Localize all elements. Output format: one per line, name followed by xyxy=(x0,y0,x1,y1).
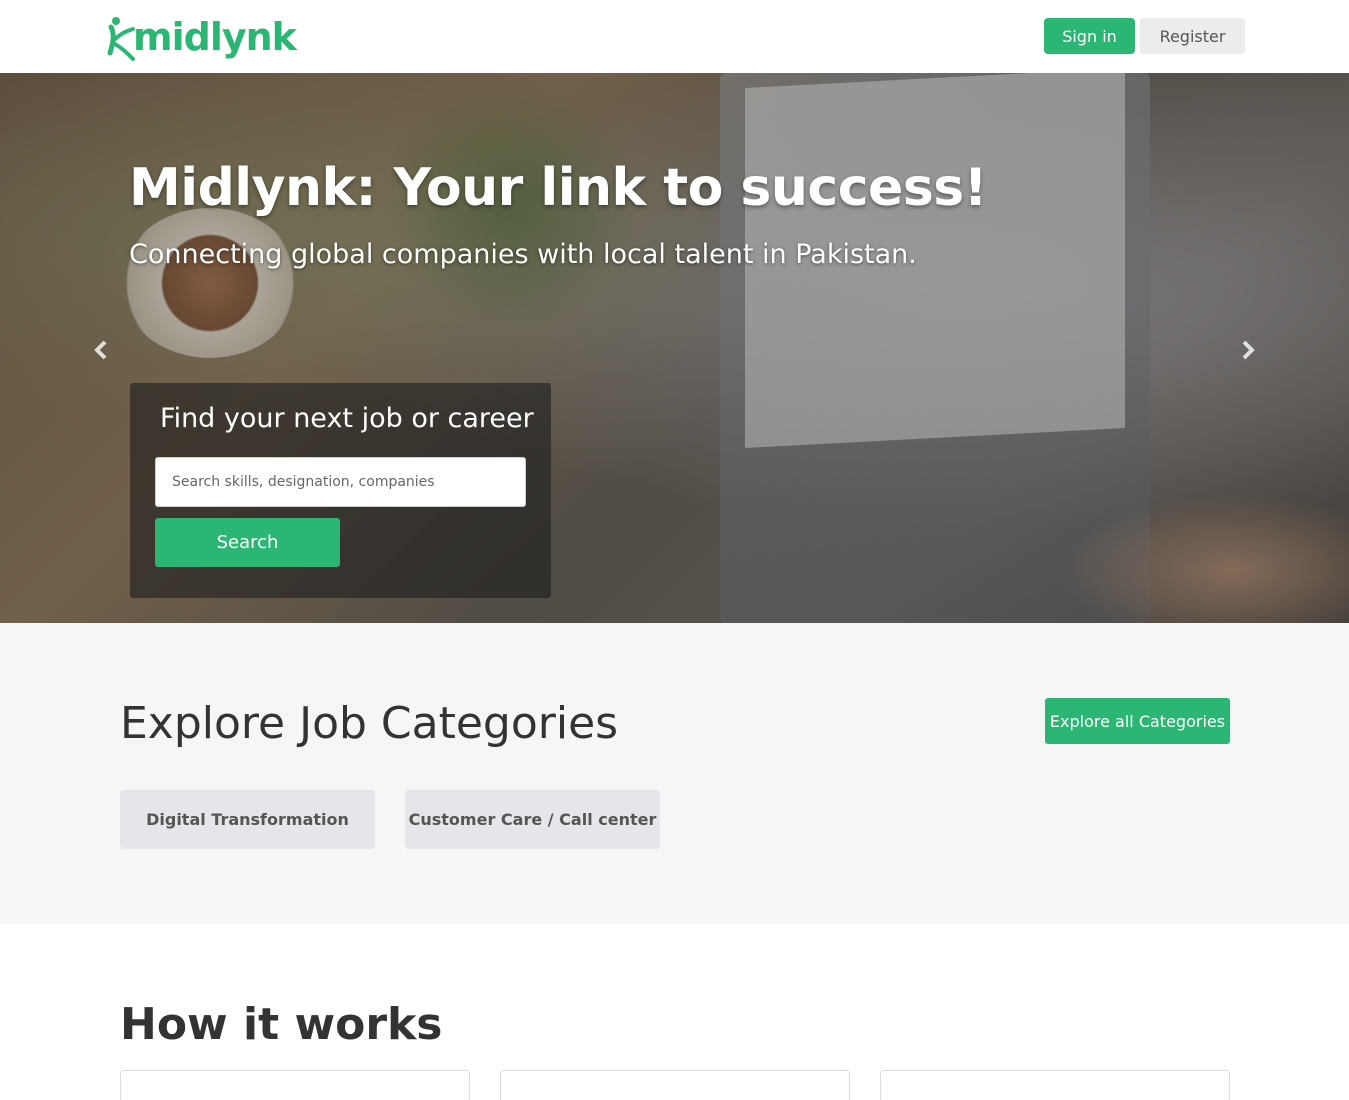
section-title-categories: Explore Job Categories xyxy=(120,698,619,749)
chevron-left-icon[interactable] xyxy=(86,335,116,365)
sign-in-button[interactable]: Sign in xyxy=(1044,18,1135,54)
logo-text: midlynk xyxy=(133,15,297,59)
how-it-works-card xyxy=(120,1070,470,1100)
hero-title: Midlynk: Your link to success! xyxy=(129,158,987,218)
how-it-works-card xyxy=(500,1070,850,1100)
explore-all-categories-button[interactable]: Explore all Categories xyxy=(1045,698,1230,744)
job-search-input[interactable] xyxy=(155,457,526,507)
how-it-works-card xyxy=(880,1070,1230,1100)
site-header: midlynk Sign in Register xyxy=(0,0,1349,73)
midlynk-logo-icon xyxy=(107,13,135,61)
how-it-works-section: How it works xyxy=(0,924,1349,1100)
register-button[interactable]: Register xyxy=(1140,18,1245,54)
search-button[interactable]: Search xyxy=(155,518,340,567)
category-card-customer-care[interactable]: Customer Care / Call center xyxy=(405,790,660,849)
search-panel-title: Find your next job or career xyxy=(160,403,534,434)
job-categories-section: Explore Job Categories Explore all Categ… xyxy=(0,623,1349,924)
hero-carousel: Midlynk: Your link to success! Connectin… xyxy=(0,73,1349,623)
section-title-how-it-works: How it works xyxy=(120,999,443,1050)
chevron-right-icon[interactable] xyxy=(1233,335,1263,365)
hero-subtitle: Connecting global companies with local t… xyxy=(129,239,917,270)
midlynk-logo[interactable]: midlynk xyxy=(107,12,297,62)
job-search-panel: Find your next job or career Search xyxy=(130,383,551,598)
category-card-digital-transformation[interactable]: Digital Transformation xyxy=(120,790,375,849)
